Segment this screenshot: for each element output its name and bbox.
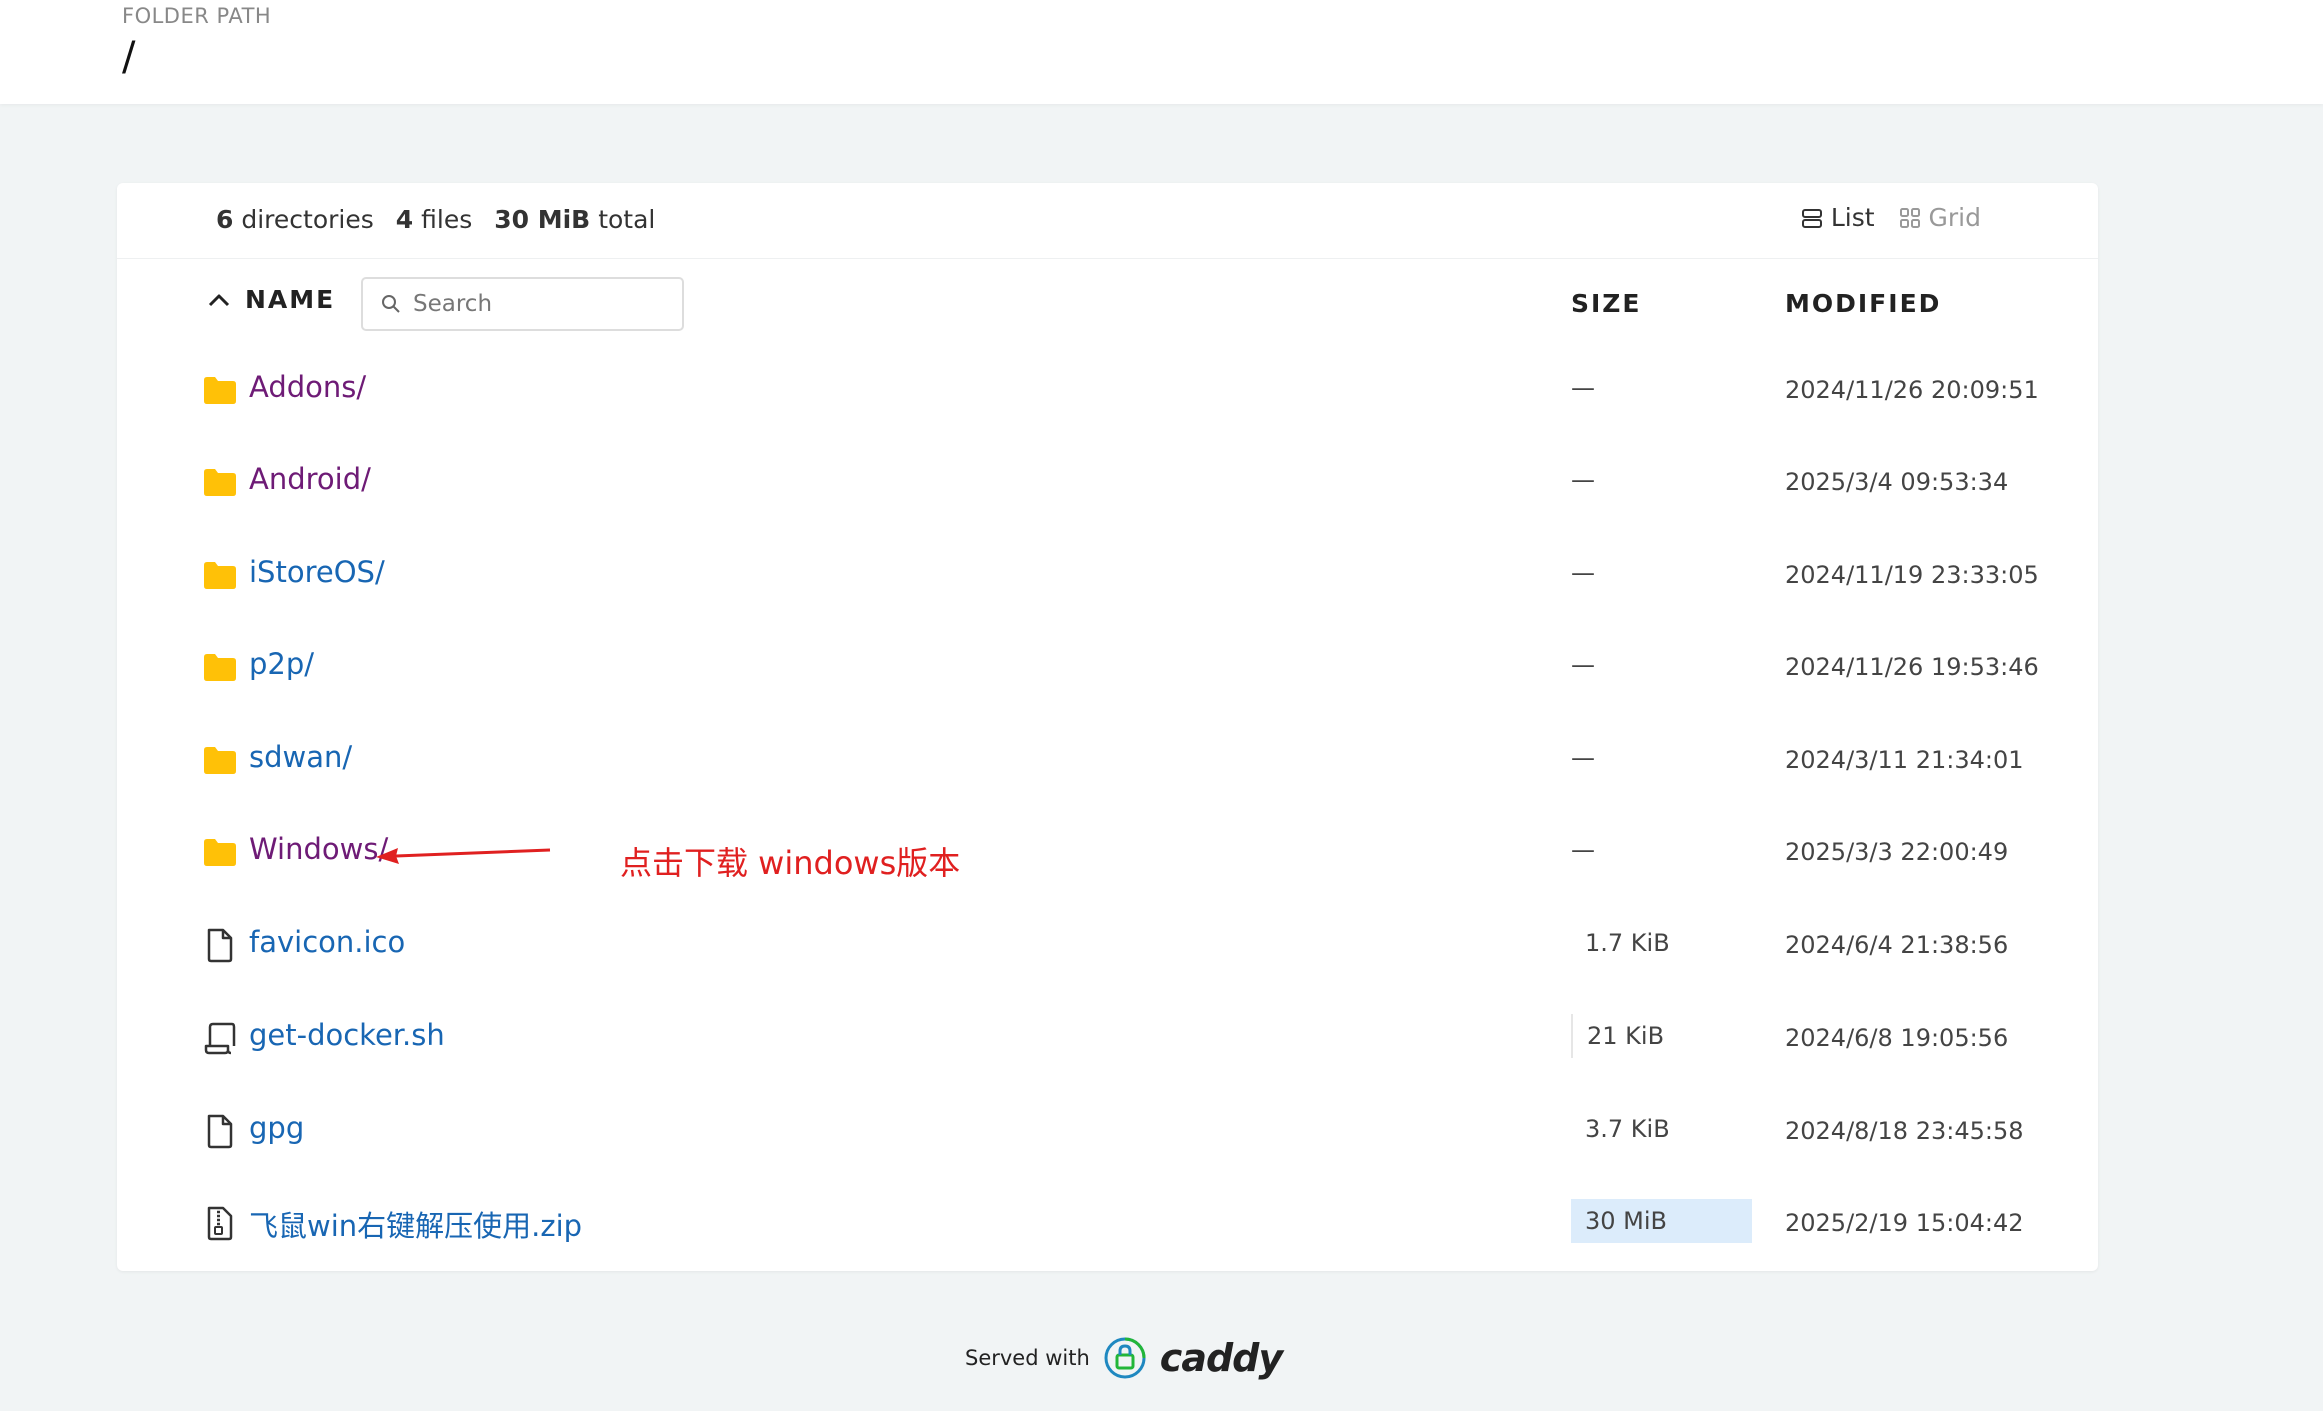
files-count: 4 (395, 205, 414, 234)
file-icon (207, 928, 233, 963)
file-size: — (1571, 466, 1595, 494)
folder-icon (204, 377, 236, 404)
files-label: files (421, 205, 473, 234)
table-row[interactable]: iStoreOS/ — 2024/11/19 23:33:05 (117, 531, 2098, 623)
modified-column-header[interactable]: MODIFIED (1785, 289, 1941, 318)
file-size: — (1571, 836, 1595, 864)
card-divider (117, 258, 2098, 259)
listing-card: 6 directories 4 files 30 MiB total List … (117, 183, 2098, 1271)
grid-view-button[interactable]: Grid (1899, 203, 1981, 232)
file-name-link[interactable]: Android/ (249, 462, 371, 496)
table-row[interactable]: 飞鼠win右键解压使用.zip 30 MiB 2025/2/19 15:04:4… (117, 1179, 2098, 1271)
table-row[interactable]: sdwan/ — 2024/3/11 21:34:01 (117, 716, 2098, 808)
folder-path: / (122, 34, 136, 80)
page-footer: Served with caddy (965, 1335, 1283, 1381)
caddy-logo-icon (1104, 1337, 1146, 1379)
file-name-link[interactable]: favicon.ico (249, 925, 405, 959)
name-column-header: NAME (245, 285, 336, 314)
file-name-link[interactable]: 飞鼠win右键解压使用.zip (249, 1203, 582, 1245)
list-view-label: List (1830, 203, 1875, 232)
modified-date: 2025/3/4 09:53:34 (1785, 468, 2009, 496)
sort-up-icon (208, 294, 230, 306)
page-header: FOLDER PATH / (0, 0, 2323, 104)
folder-path-label: FOLDER PATH (122, 4, 272, 28)
file-name-link[interactable]: p2p/ (249, 647, 314, 681)
served-with-text: Served with (965, 1346, 1090, 1370)
directories-count: 6 (216, 205, 234, 234)
search-input[interactable] (413, 291, 653, 317)
folder-icon (204, 469, 236, 496)
table-row[interactable]: get-docker.sh 21 KiB 2024/6/8 19:05:56 (117, 994, 2098, 1086)
modified-date: 2024/3/11 21:34:01 (1785, 746, 2024, 774)
list-icon (1801, 208, 1822, 228)
file-name-link[interactable]: gpg (249, 1111, 304, 1145)
modified-date: 2024/11/26 19:53:46 (1785, 653, 2039, 681)
search-icon (382, 295, 400, 313)
file-size: — (1571, 559, 1595, 587)
file-size: — (1571, 651, 1595, 679)
total-size: 30 MiB (494, 205, 591, 234)
search-box (361, 277, 684, 331)
file-size: — (1571, 374, 1595, 402)
file-size: 1.7 KiB (1585, 929, 1670, 957)
modified-date: 2025/2/19 15:04:42 (1785, 1209, 2024, 1237)
modified-date: 2024/11/19 23:33:05 (1785, 561, 2039, 589)
listing-summary: 6 directories 4 files 30 MiB total (216, 205, 655, 234)
file-name-link[interactable]: sdwan/ (249, 740, 352, 774)
table-row[interactable]: favicon.ico 1.7 KiB 2024/6/4 21:38:56 (117, 901, 2098, 993)
size-column-header[interactable]: SIZE (1571, 289, 1642, 318)
grid-icon (1899, 207, 1920, 228)
file-name-link[interactable]: iStoreOS/ (249, 555, 385, 589)
file-name-link[interactable]: Windows/ (249, 832, 388, 866)
script-icon (204, 1022, 236, 1055)
table-row[interactable]: Android/ — 2025/3/4 09:53:34 (117, 438, 2098, 530)
modified-date: 2024/8/18 23:45:58 (1785, 1117, 2024, 1145)
table-row[interactable]: Addons/ — 2024/11/26 20:09:51 (117, 346, 2098, 438)
sort-by-name-button[interactable]: NAME (207, 285, 335, 314)
directories-label: directories (241, 205, 374, 234)
view-toggle: List Grid (1801, 203, 1981, 232)
file-size: — (1571, 744, 1595, 772)
modified-date: 2025/3/3 22:00:49 (1785, 838, 2009, 866)
zip-icon (207, 1206, 233, 1241)
file-size: 21 KiB (1571, 1014, 1752, 1058)
file-size: 30 MiB (1571, 1199, 1752, 1243)
total-label: total (598, 205, 656, 234)
table-row[interactable]: gpg 3.7 KiB 2024/8/18 23:45:58 (117, 1087, 2098, 1179)
modified-date: 2024/6/4 21:38:56 (1785, 931, 2009, 959)
file-size: 3.7 KiB (1585, 1115, 1670, 1143)
file-name-link[interactable]: Addons/ (249, 370, 366, 404)
annotation-arrow (376, 848, 551, 864)
list-view-button[interactable]: List (1801, 203, 1875, 232)
file-icon (207, 1114, 233, 1149)
folder-icon (204, 839, 236, 866)
modified-date: 2024/6/8 19:05:56 (1785, 1024, 2009, 1052)
annotation-text: 点击下载 windows版本 (620, 844, 961, 882)
file-name-link[interactable]: get-docker.sh (249, 1018, 445, 1052)
grid-view-label: Grid (1928, 203, 1981, 232)
folder-icon (204, 747, 236, 774)
caddy-brand[interactable]: caddy (1160, 1336, 1283, 1380)
folder-icon (204, 562, 236, 589)
table-row[interactable]: p2p/ — 2024/11/26 19:53:46 (117, 623, 2098, 715)
folder-icon (204, 654, 236, 681)
modified-date: 2024/11/26 20:09:51 (1785, 376, 2039, 404)
